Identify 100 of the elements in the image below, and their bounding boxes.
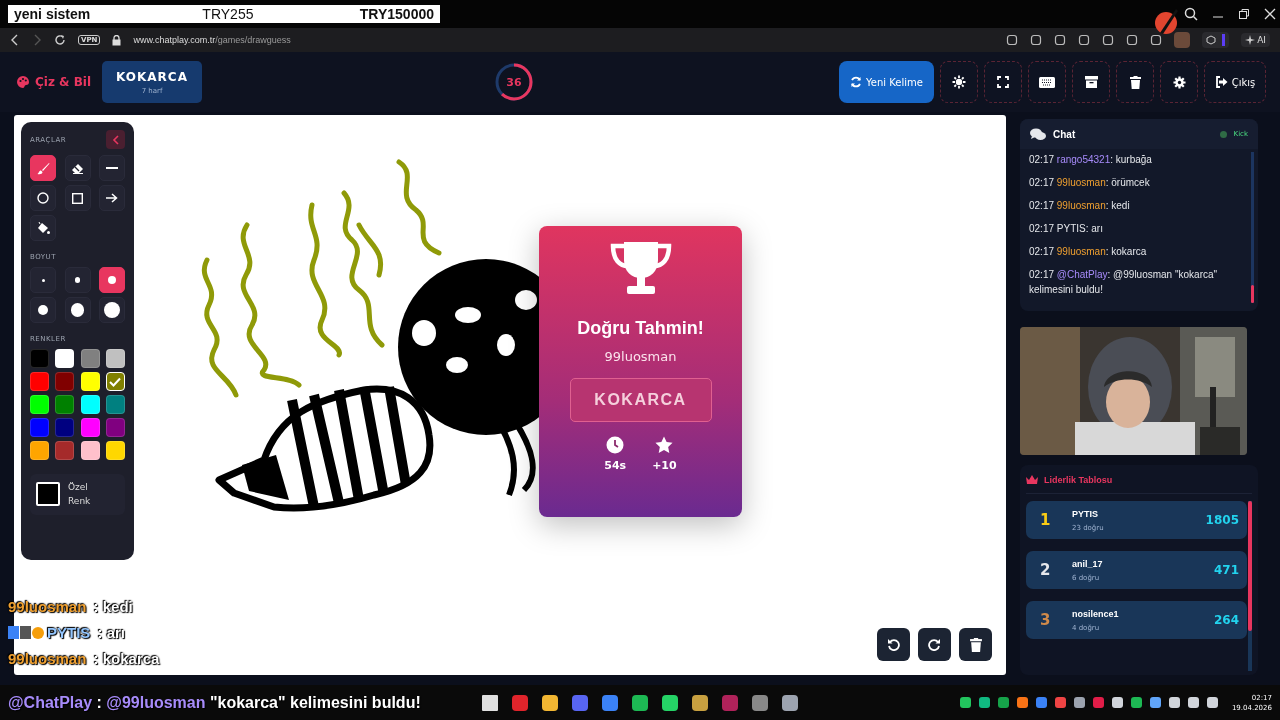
color-swatch[interactable] [55,395,75,414]
fill-tool[interactable] [30,215,56,241]
stream-ticker: @ChatPlay : @99luosman "kokarca" kelimesini buldu! [8,693,422,712]
search-icon[interactable] [1184,7,1198,21]
trash-button[interactable] [1116,61,1154,103]
toolbar-icon[interactable] [1006,34,1019,46]
player-name: PYTIS [1072,508,1099,519]
tray-icon[interactable] [978,697,990,708]
brush-tool[interactable] [30,155,56,181]
toolbar-icon[interactable] [1054,34,1067,46]
circle-tool[interactable] [30,185,56,211]
chat-message: 02:17 rango54321: kurbağa [1029,153,1153,167]
color-swatch[interactable] [30,372,49,391]
color-swatch[interactable] [80,395,100,414]
color-swatch[interactable] [80,418,100,437]
taskbar-app-icon[interactable] [630,692,650,713]
sun-button[interactable] [940,61,978,103]
color-preview [36,482,60,507]
tray-icon[interactable] [1187,697,1199,708]
taskbar-app-icon[interactable] [660,692,680,713]
color-swatch[interactable] [30,395,49,414]
leaderboard-title: Liderlik Tablosu [1044,475,1113,485]
exit-button[interactable]: Çıkış [1204,61,1266,103]
custom-color-button[interactable]: Özel Renk [30,474,125,515]
fullscreen-button[interactable] [984,61,1022,103]
toolbar-icon[interactable] [1150,34,1163,46]
keyboard-button[interactable] [1028,61,1066,103]
toolbar-icon[interactable] [1126,34,1139,46]
brush-icon [36,161,50,175]
toolbar-icon[interactable] [1030,34,1043,46]
color-swatch[interactable] [106,349,125,368]
archive-icon [1084,76,1098,88]
color-swatch[interactable] [30,349,49,368]
tray-icon[interactable] [1073,697,1085,708]
collapse-button[interactable] [106,130,125,149]
eraser-tool[interactable] [64,155,91,181]
clear-button[interactable] [959,628,992,661]
settings-button[interactable] [1160,61,1198,103]
tray-icon[interactable] [1016,697,1028,708]
color-swatch[interactable] [80,441,100,460]
address-bar-url[interactable]: www.chatplay.com.tr/games/drawguess [133,35,291,45]
tray-icon[interactable] [959,697,971,708]
brush-size-option[interactable] [30,297,56,323]
taskbar-app-icon[interactable] [540,692,560,713]
taskbar-app-icon[interactable] [780,692,800,713]
brush-size-option[interactable] [64,267,91,293]
color-swatch[interactable] [55,418,75,437]
brush-size-option[interactable] [99,297,125,323]
tray-icon[interactable] [1206,697,1218,708]
tray-icon[interactable] [1111,697,1123,708]
brush-size-option[interactable] [64,297,91,323]
color-swatch[interactable] [106,418,125,437]
brush-size-option[interactable] [99,267,125,293]
color-swatch[interactable] [55,441,75,460]
color-swatch[interactable] [106,441,125,460]
back-icon[interactable] [10,34,20,46]
trash-icon [1129,75,1141,89]
ai-button[interactable]: AI [1241,33,1270,47]
chat-message: 02:17 PYTIS: arı [1029,222,1104,236]
tray-icon[interactable] [1130,697,1142,708]
tray-icon[interactable] [997,697,1009,708]
scrollbar-thumb[interactable] [1251,285,1254,303]
color-swatch[interactable] [30,441,49,460]
tray-icon[interactable] [1149,697,1161,708]
color-swatch[interactable] [106,395,125,414]
dot-icon [70,303,85,317]
restore-icon[interactable] [1238,8,1250,20]
color-swatch[interactable] [55,372,75,391]
clock-icon [606,436,625,454]
line-tool[interactable] [99,155,125,181]
color-swatch[interactable] [55,349,75,368]
extension-button[interactable] [1202,32,1230,48]
archive-button[interactable] [1072,61,1110,103]
tray-icon[interactable] [1168,697,1180,708]
winner-name: 99luosman [604,349,677,364]
app-logo[interactable]: Çiz & Bil [16,75,102,89]
new-word-button[interactable]: Yeni Kelime [839,61,934,103]
taskbar-app-icon[interactable] [690,692,710,713]
taskbar-app-icon[interactable] [480,692,500,713]
undo-icon [887,638,900,651]
rect-tool[interactable] [64,185,91,211]
scrollbar-thumb[interactable] [1248,501,1252,631]
color-swatch[interactable] [80,349,100,368]
toolbar-icon[interactable] [1102,34,1115,46]
arrow-tool[interactable] [99,185,125,211]
line-icon [106,166,118,170]
player-score: 471 [1213,563,1239,577]
color-swatch[interactable] [106,372,125,391]
sun-icon [952,75,966,89]
chat-icon [1030,127,1046,141]
toolbar-icon[interactable] [1078,34,1091,46]
color-swatch[interactable] [30,418,49,437]
banner-title: yeni sistem [14,6,92,22]
close-icon[interactable] [1264,8,1276,20]
undo-button[interactable] [877,628,910,661]
redo-button[interactable] [918,628,951,661]
rank-number: 1 [1040,511,1052,529]
reload-icon[interactable] [54,34,66,46]
color-swatch[interactable] [80,372,100,391]
cube-icon [1206,35,1217,45]
